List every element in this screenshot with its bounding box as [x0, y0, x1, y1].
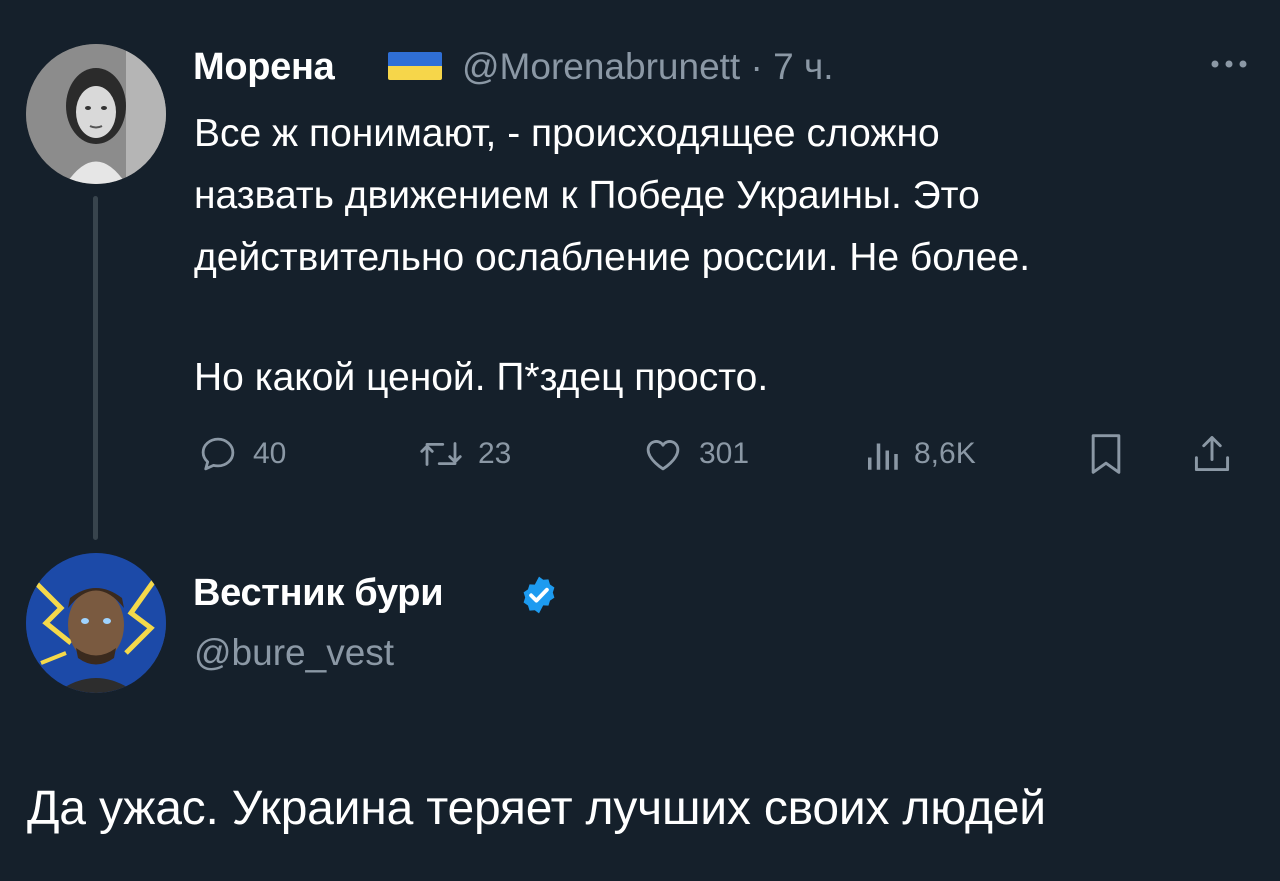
thread-connector-line — [93, 196, 98, 540]
profile-photo-icon — [26, 553, 166, 693]
profile-photo-icon — [26, 44, 166, 184]
tweet-text-line: Но какой ценой. П*здец просто. — [194, 356, 769, 399]
author-handle-and-time[interactable]: @Morenabrunett · 7 ч. — [462, 46, 834, 88]
share-icon — [1194, 436, 1230, 472]
author-name[interactable]: Морена — [193, 46, 335, 89]
tweet-text-line: действительно ослабление россии. Не боле… — [194, 236, 1031, 279]
ukraine-flag-icon — [388, 52, 442, 80]
author-name[interactable]: Вестник бури — [193, 572, 444, 615]
heart-icon — [646, 440, 680, 471]
retweet-count: 23 — [478, 437, 512, 470]
like-count: 301 — [699, 437, 750, 470]
reply-count: 40 — [253, 437, 287, 470]
retweet-icon — [420, 442, 462, 466]
avatar-morena[interactable] — [26, 44, 166, 184]
reply-button[interactable]: 40 — [197, 432, 286, 476]
verified-badge-icon — [518, 574, 560, 616]
analytics-icon — [868, 443, 898, 470]
avatar-bure-vest[interactable] — [26, 553, 166, 693]
reply-icon — [201, 437, 235, 471]
views-button[interactable]: 8,6K — [864, 432, 976, 476]
like-button[interactable]: 301 — [641, 432, 749, 476]
tweet-time[interactable]: · 7 ч. — [751, 46, 834, 87]
author-handle[interactable]: @Morenabrunett — [462, 46, 740, 87]
tweet-text: Да ужас. Украина теряет лучших своих люд… — [27, 782, 1046, 835]
retweet-button[interactable]: 23 — [418, 432, 511, 476]
more-icon[interactable] — [1206, 42, 1252, 82]
tweet-text-line: Все ж понимают, - происходящее сложно — [194, 112, 940, 155]
bookmark-icon — [1091, 434, 1121, 474]
bookmark-button[interactable] — [1086, 432, 1126, 476]
share-button[interactable] — [1190, 432, 1234, 476]
views-count: 8,6K — [914, 437, 976, 470]
tweet-text-line: назвать движением к Победе Украины. Это — [194, 174, 980, 217]
author-handle[interactable]: @bure_vest — [194, 632, 394, 674]
